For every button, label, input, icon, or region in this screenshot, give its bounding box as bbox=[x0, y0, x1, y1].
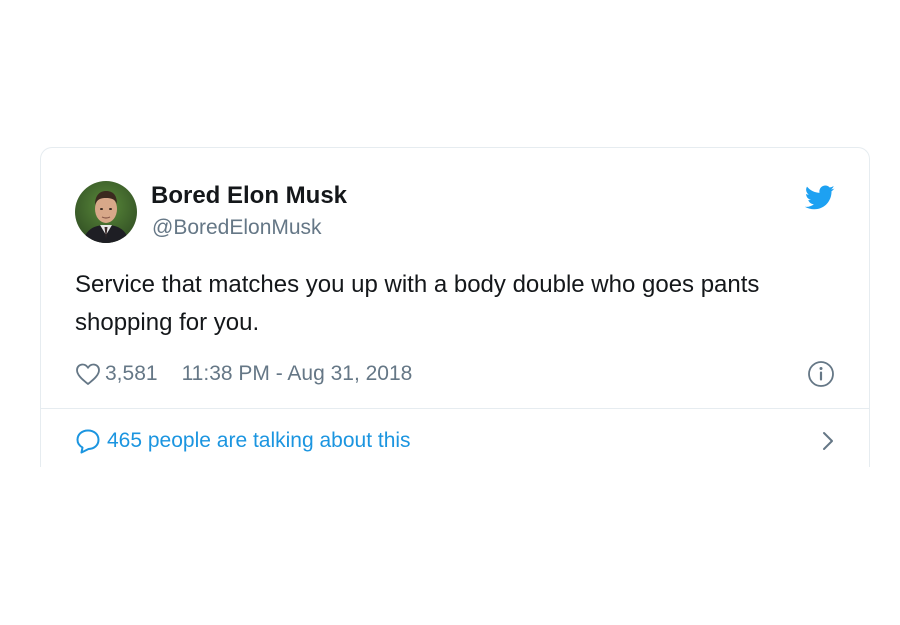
twitter-bird-icon[interactable] bbox=[805, 185, 835, 211]
speech-bubble-icon bbox=[76, 429, 100, 454]
chevron-right-icon bbox=[823, 432, 833, 450]
tweet-meta: 3,581 11:38 PM - Aug 31, 2018 bbox=[75, 359, 412, 389]
like-count[interactable]: 3,581 bbox=[105, 362, 158, 386]
heart-icon[interactable] bbox=[75, 362, 101, 386]
conversation-label: 465 people are talking about this bbox=[107, 429, 411, 452]
tweet-card: Bored Elon Musk @BoredElonMusk Service t… bbox=[40, 147, 870, 467]
info-icon[interactable] bbox=[807, 360, 835, 388]
conversation-link[interactable]: 465 people are talking about this bbox=[75, 425, 835, 457]
tweet-timestamp[interactable]: 11:38 PM - Aug 31, 2018 bbox=[182, 362, 413, 386]
author-display-name[interactable]: Bored Elon Musk bbox=[151, 182, 347, 210]
divider bbox=[41, 408, 869, 409]
tweet-text: Service that matches you up with a body … bbox=[75, 271, 760, 336]
author-handle[interactable]: @BoredElonMusk bbox=[152, 216, 322, 240]
avatar[interactable] bbox=[75, 181, 137, 243]
